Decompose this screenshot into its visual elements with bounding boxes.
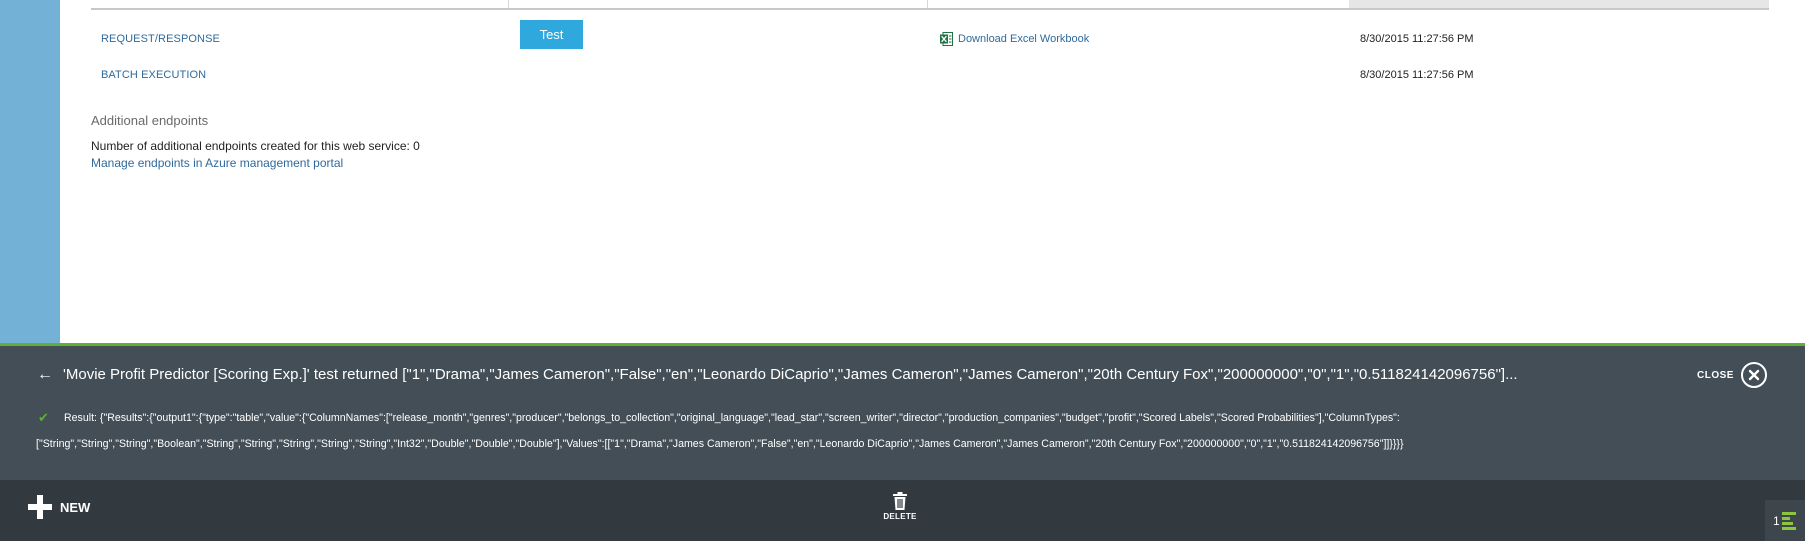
left-rail	[0, 0, 60, 343]
additional-endpoints-title: Additional endpoints	[91, 113, 209, 128]
activity-count: 1	[1773, 514, 1780, 528]
activity-indicator[interactable]: 1	[1765, 500, 1805, 541]
endpoints-table-header	[91, 0, 1769, 10]
delete-button[interactable]: DELETE	[880, 492, 920, 521]
sorted-column-header[interactable]	[1349, 0, 1769, 8]
column-separator	[508, 0, 509, 8]
result-text-line2: ["String","String","String","Boolean","S…	[36, 438, 1404, 450]
new-button[interactable]: NEW	[28, 495, 90, 519]
last-updated-batch-execution: 8/30/2015 11:27:56 PM	[1360, 69, 1474, 81]
main-content	[60, 0, 1805, 343]
manage-endpoints-link[interactable]: Manage endpoints in Azure management por…	[91, 156, 343, 170]
trash-icon	[892, 492, 908, 510]
test-button[interactable]: Test	[520, 20, 583, 49]
download-excel-label: Download Excel Workbook	[958, 33, 1090, 45]
notification-panel: ← 'Movie Profit Predictor [Scoring Exp.]…	[0, 343, 1805, 480]
command-bar: NEW DELETE 1	[0, 480, 1805, 541]
plus-icon	[28, 495, 52, 519]
notification-message: 'Movie Profit Predictor [Scoring Exp.]' …	[63, 366, 1518, 383]
result-text-line1: Result: {"Results":{"output1":{"type":"t…	[64, 412, 1400, 424]
column-separator	[927, 0, 928, 8]
additional-endpoints-count: Number of additional endpoints created f…	[91, 139, 420, 153]
delete-label: DELETE	[883, 512, 917, 521]
new-label: NEW	[60, 499, 91, 515]
excel-icon	[940, 32, 953, 46]
back-arrow-icon[interactable]: ←	[37, 366, 53, 384]
endpoint-link-batch-execution[interactable]: BATCH EXECUTION	[101, 69, 206, 81]
close-icon[interactable]	[1741, 362, 1767, 388]
download-excel-link[interactable]: Download Excel Workbook	[940, 32, 1089, 46]
success-check-icon: ✔	[38, 410, 49, 425]
activity-bars-icon	[1782, 512, 1798, 530]
close-label[interactable]: CLOSE	[1697, 370, 1734, 381]
last-updated-request-response: 8/30/2015 11:27:56 PM	[1360, 33, 1474, 45]
endpoint-link-request-response[interactable]: REQUEST/RESPONSE	[101, 33, 220, 45]
